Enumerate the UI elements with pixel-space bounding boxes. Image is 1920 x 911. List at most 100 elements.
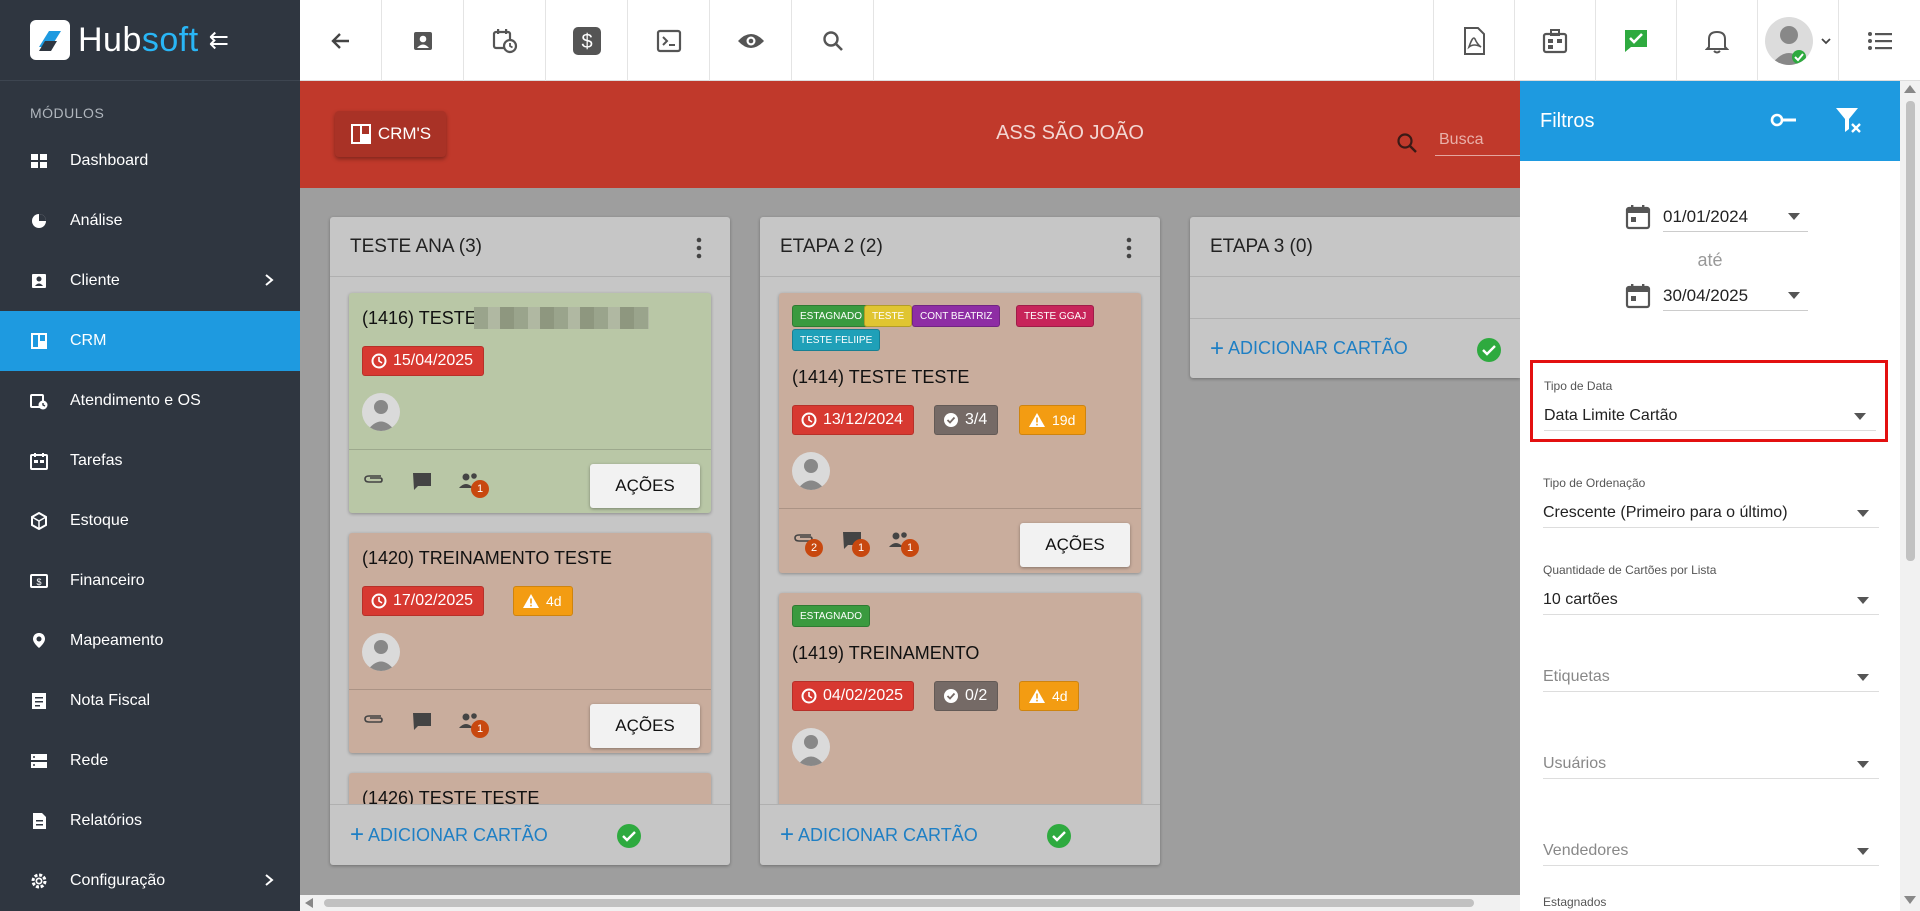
stagnant-select[interactable]: Estagnados [1543, 895, 1879, 909]
sidebar-item-label: CRM [70, 332, 107, 349]
sidebar-item-financeiro[interactable]: $ Financeiro [0, 551, 300, 611]
card-assignee-avatar [792, 728, 830, 766]
filters-panel: Filtros 01/01/2024 até 30/04/2025 Tipo d… [1520, 81, 1900, 911]
comment-icon[interactable] [412, 472, 432, 492]
horizontal-scrollbar[interactable] [300, 895, 1520, 911]
brand-logo[interactable]: Hubsoft ⇇ [0, 0, 300, 81]
order-type-label: Tipo de Ordenação [1543, 476, 1646, 490]
dropdown-arrow-icon [1857, 674, 1869, 681]
sellers-select[interactable]: Vendedores [1543, 828, 1879, 866]
sellers-placeholder: Vendedores [1543, 841, 1629, 859]
user-menu[interactable] [1757, 0, 1838, 81]
terminal-button[interactable] [628, 0, 710, 81]
vertical-scroll-thumb[interactable] [1906, 101, 1915, 561]
add-card-button[interactable]: + ADICIONAR CARTÃO [760, 804, 1160, 865]
pdf-button[interactable] [1433, 0, 1514, 81]
crm-card[interactable]: (1416) TESTE 15/04/2025 1 AÇÕES [349, 293, 711, 513]
sidebar-item-cliente[interactable]: Cliente [0, 251, 300, 311]
sidebar-item-configuracao[interactable]: Configuração [0, 851, 300, 911]
paperclip-icon[interactable] [363, 712, 385, 726]
clock-icon [371, 353, 387, 369]
crm-card[interactable]: ESTAGNADO (1419) TREINAMENTO 04/02/2025 … [779, 593, 1141, 804]
chevron-right-icon [265, 274, 274, 286]
card-assignee-avatar [362, 393, 400, 431]
users-select[interactable]: Usuários [1543, 741, 1879, 779]
date-separator: até [1697, 250, 1723, 270]
warning-icon [1029, 689, 1045, 703]
sidebar-item-nota-fiscal[interactable]: Nota Fiscal [0, 671, 300, 731]
sidebar-item-label: Nota Fiscal [70, 692, 151, 709]
card-actions-button[interactable]: AÇÕES [1020, 523, 1130, 567]
plus-icon: + [780, 821, 795, 848]
contact-card-icon [32, 274, 46, 288]
add-card-button[interactable]: + ADICIONAR CARTÃO [330, 804, 730, 865]
crm-card[interactable]: ESTAGNADO TESTE CONT BEATRIZ TESTE GGAJ … [779, 293, 1141, 573]
date-to-field[interactable]: 30/04/2025 [1625, 281, 1808, 311]
sidebar-item-label: Financeiro [70, 572, 145, 589]
assignee-count-badge: 1 [901, 539, 919, 557]
list-title: TESTE ANA (3) [350, 235, 482, 257]
clear-filter-icon[interactable] [1834, 105, 1864, 135]
check-circle-icon[interactable] [1046, 823, 1072, 849]
service-orders-button[interactable] [464, 0, 546, 81]
sidebar-item-estoque[interactable]: Estoque [0, 491, 300, 551]
date-from-value: 01/01/2024 [1663, 206, 1749, 226]
order-type-select[interactable]: Tipo de Ordenação Crescente (Primeiro pa… [1543, 476, 1879, 528]
company-button[interactable] [1514, 0, 1595, 81]
finance-button[interactable]: $ [546, 0, 628, 81]
clients-button[interactable] [382, 0, 464, 81]
check-chat-icon [1625, 29, 1647, 52]
approvals-button[interactable] [1595, 0, 1676, 81]
horizontal-scroll-thumb[interactable] [324, 899, 1474, 907]
sidebar-item-tarefas[interactable]: Tarefas [0, 431, 300, 491]
collapse-menu-icon[interactable]: ⇇ [209, 26, 229, 55]
cards-per-list-select[interactable]: Quantidade de Cartões por Lista 10 cartõ… [1543, 563, 1879, 615]
add-card-button[interactable]: + ADICIONAR CARTÃO [1190, 318, 1520, 378]
search-button[interactable] [792, 0, 874, 81]
warning-icon [1029, 413, 1045, 427]
sidebar-item-dashboard[interactable]: Dashboard [0, 131, 300, 191]
sidebar-item-label: Atendimento e OS [70, 392, 201, 409]
paperclip-icon[interactable] [363, 472, 385, 486]
sidebar-item-relatorios[interactable]: Relatórios [0, 791, 300, 851]
card-actions-button[interactable]: AÇÕES [590, 704, 700, 748]
scroll-up-arrow-icon[interactable] [1904, 85, 1916, 93]
check-circle-icon[interactable] [1476, 337, 1502, 363]
crm-card[interactable]: (1420) TREINAMENTO TESTE 17/02/2025 4d 1… [349, 533, 711, 753]
dollar-icon: $ [572, 26, 601, 55]
sidebar-item-analise[interactable]: Análise [0, 191, 300, 251]
board-search-input[interactable] [1435, 124, 1520, 156]
view-button[interactable] [710, 0, 792, 81]
crm-card[interactable]: (1426) TESTE TESTE [349, 773, 711, 804]
more-vertical-icon[interactable] [1126, 237, 1132, 259]
tags-select[interactable]: Etiquetas [1543, 654, 1879, 692]
invoice-icon [32, 693, 46, 709]
cards-per-list-label: Quantidade de Cartões por Lista [1543, 563, 1717, 577]
clock-icon [371, 593, 387, 609]
comment-icon[interactable] [412, 712, 432, 732]
crms-button[interactable]: CRM'S [335, 111, 446, 157]
back-button[interactable] [300, 0, 382, 81]
key-icon[interactable] [1770, 111, 1798, 129]
sidebar-item-crm[interactable]: CRM [0, 311, 300, 371]
user-avatar [1765, 16, 1813, 65]
dropdown-arrow-icon [1857, 597, 1869, 604]
sidebar-item-rede[interactable]: Rede [0, 731, 300, 791]
card-actions-button[interactable]: AÇÕES [590, 464, 700, 508]
scroll-left-arrow-icon[interactable] [305, 898, 313, 908]
date-from-field[interactable]: 01/01/2024 [1625, 202, 1808, 232]
check-circle-icon[interactable] [616, 823, 642, 849]
scroll-down-arrow-icon[interactable] [1904, 896, 1916, 904]
list-title: ETAPA 2 (2) [780, 235, 883, 257]
calendar-clock-icon [492, 28, 517, 53]
vertical-scrollbar[interactable] [1900, 81, 1920, 911]
card-tag: ESTAGNADO [792, 605, 871, 627]
notifications-button[interactable] [1676, 0, 1757, 81]
list-menu-button[interactable] [1838, 0, 1920, 81]
sidebar-item-atendimento[interactable]: Atendimento e OS [0, 371, 300, 431]
more-vertical-icon[interactable] [696, 237, 702, 259]
due-date-badge: 15/04/2025 [362, 346, 485, 376]
sidebar-item-mapeamento[interactable]: Mapeamento [0, 611, 300, 671]
sidebar-item-label: Estoque [70, 512, 129, 529]
map-pin-icon [33, 633, 45, 648]
